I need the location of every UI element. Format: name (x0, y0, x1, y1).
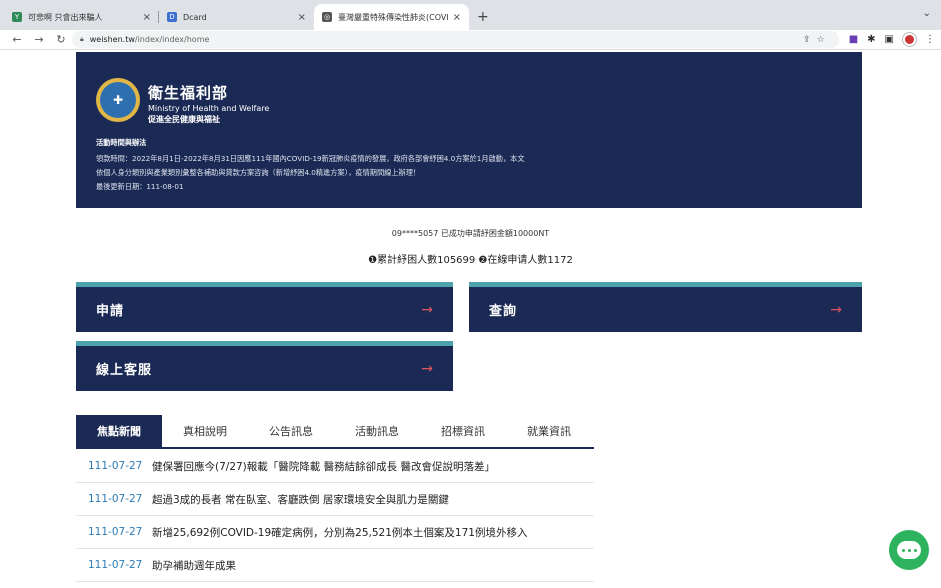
avatar[interactable] (903, 33, 916, 46)
tab-favicon-icon: D (167, 12, 177, 22)
news-title[interactable]: 健保署回應今(7/27)報載「醫院降載 醫務結餘卻成長 醫改會促說明落差」 (152, 459, 495, 474)
query-label: 查詢 (489, 304, 518, 319)
reload-icon[interactable]: ↻ (50, 33, 72, 46)
org-name: 衛生福利部 Ministry of Health and Welfare 促進全… (148, 82, 269, 125)
news-date: 111-07-27 (88, 526, 143, 538)
apply-label: 申請 (96, 304, 125, 319)
url-host: weishen.tw (89, 35, 135, 44)
event-info: 活動時間與辦法 領款時間：2022年8月1日-2022年8月31日因應111年國… (96, 136, 525, 194)
sidebar-icon[interactable]: ▣ (885, 34, 894, 45)
tab-close-icon[interactable]: × (298, 12, 306, 23)
news-title[interactable]: 新增25,692例COVID-19確定病例，分別為25,521例本土個案及171… (152, 525, 527, 540)
tab-title: 臺灣嚴重特殊傳染性肺炎(COVID (338, 12, 449, 22)
tab-title: 可悲啊 只會出來騙人 (28, 12, 103, 22)
back-icon[interactable]: ← (6, 33, 28, 46)
tab-focus-news[interactable]: 焦點新聞 (76, 415, 162, 447)
extension-icon[interactable]: ■ (849, 34, 858, 45)
news-date: 111-07-27 (88, 493, 143, 505)
tab-close-icon[interactable]: × (143, 12, 151, 23)
chat-icon (897, 541, 921, 559)
forward-icon[interactable]: → (28, 33, 50, 46)
chat-button[interactable] (889, 530, 929, 570)
arrow-right-icon: → (421, 301, 433, 318)
new-tab-button[interactable]: + (469, 4, 497, 30)
url-path: /index/index/home (134, 35, 210, 44)
address-bar-row: ← → ↻ 🔒︎ weishen.tw/index/index/home ⇪☆ … (0, 30, 941, 50)
ministry-logo-icon: ✚ (96, 78, 140, 122)
event-line: 依個人身分類別與產業類別彙整各補助與貸款方案咨詢（新增紓困4.0精進方案），疫情… (96, 168, 421, 177)
list-item[interactable]: 111-07-27 新增25,692例COVID-19確定病例，分別為25,52… (76, 516, 594, 549)
org-slogan: 促進全民健康與福祉 (148, 115, 220, 124)
page: ✚ 衛生福利部 Ministry of Health and Welfare 促… (0, 50, 941, 588)
browser-tab-strip: Y 可悲啊 只會出來騙人 × D Dcard × ◎ 臺灣嚴重特殊傳染性肺炎(C… (0, 0, 941, 30)
event-updated: 最後更新日期：111-08-01 (96, 182, 184, 191)
tab-favicon-icon: Y (12, 12, 22, 22)
browser-tab-3[interactable]: ◎ 臺灣嚴重特殊傳染性肺炎(COVID × (314, 4, 469, 30)
tab-fact-check[interactable]: 真相說明 (162, 415, 248, 447)
news-title[interactable]: 助孕補助週年成果 (152, 558, 236, 573)
chevron-down-icon[interactable]: ⌄ (923, 8, 931, 19)
browser-tab-1[interactable]: Y 可悲啊 只會出來騙人 × (4, 4, 159, 30)
tab-close-icon[interactable]: × (453, 12, 461, 23)
stats-counter: ❶累計紓困人數105699 ❷在線申请人數1172 (368, 255, 573, 266)
tab-jobs[interactable]: 就業資訊 (506, 415, 592, 447)
news-tabs: 焦點新聞 真相說明 公告訊息 活動訊息 招標資訊 就業資訊 (76, 415, 594, 449)
online-service-label: 線上客服 (96, 363, 153, 378)
apply-button[interactable]: 申請 → (76, 282, 453, 332)
list-item[interactable]: 111-07-27 超過3成的長者 常在臥室、客廳跌倒 居家環境安全與肌力是關鍵 (76, 483, 594, 516)
share-bookmark-icons[interactable]: ⇪☆ (803, 35, 831, 45)
news-list: 111-07-27 健保署回應今(7/27)報載「醫院降載 醫務結餘卻成長 醫改… (76, 450, 594, 582)
event-line: 領款時間：2022年8月1日-2022年8月31日因應111年國內COVID-1… (96, 154, 525, 163)
news-date: 111-07-27 (88, 559, 143, 571)
puzzle-icon[interactable]: ✱ (867, 34, 875, 45)
arrow-right-icon: → (421, 360, 433, 377)
tab-events[interactable]: 活動訊息 (334, 415, 420, 447)
tab-title: Dcard (183, 12, 207, 22)
browser-tab-2[interactable]: D Dcard × (159, 4, 314, 30)
url-input[interactable]: 🔒︎ weishen.tw/index/index/home ⇪☆ (72, 31, 839, 48)
list-item[interactable]: 111-07-27 健保署回應今(7/27)報載「醫院降載 醫務結餘卻成長 醫改… (76, 450, 594, 483)
org-name-zh: 衛生福利部 (148, 84, 229, 102)
news-date: 111-07-27 (88, 460, 143, 472)
success-ticker: 09****5057 已成功申請紓困金額10000NT (391, 229, 550, 238)
event-heading: 活動時間與辦法 (96, 138, 147, 147)
query-button[interactable]: 查詢 → (469, 282, 862, 332)
news-title[interactable]: 超過3成的長者 常在臥室、客廳跌倒 居家環境安全與肌力是關鍵 (152, 492, 449, 507)
kebab-menu-icon[interactable]: ⋮ (925, 34, 935, 45)
lock-icon: 🔒︎ (80, 35, 84, 43)
globe-icon: ◎ (322, 12, 332, 22)
arrow-right-icon: → (830, 301, 842, 318)
extensions-area: ■ ✱ ▣ ⋮ (849, 33, 935, 46)
list-item[interactable]: 111-07-27 助孕補助週年成果 (76, 549, 594, 582)
org-name-en: Ministry of Health and Welfare (148, 104, 270, 113)
online-service-button[interactable]: 線上客服 → (76, 341, 453, 391)
header-banner: ✚ 衛生福利部 Ministry of Health and Welfare 促… (76, 52, 862, 208)
tab-announcements[interactable]: 公告訊息 (248, 415, 334, 447)
tab-tenders[interactable]: 招標資訊 (420, 415, 506, 447)
